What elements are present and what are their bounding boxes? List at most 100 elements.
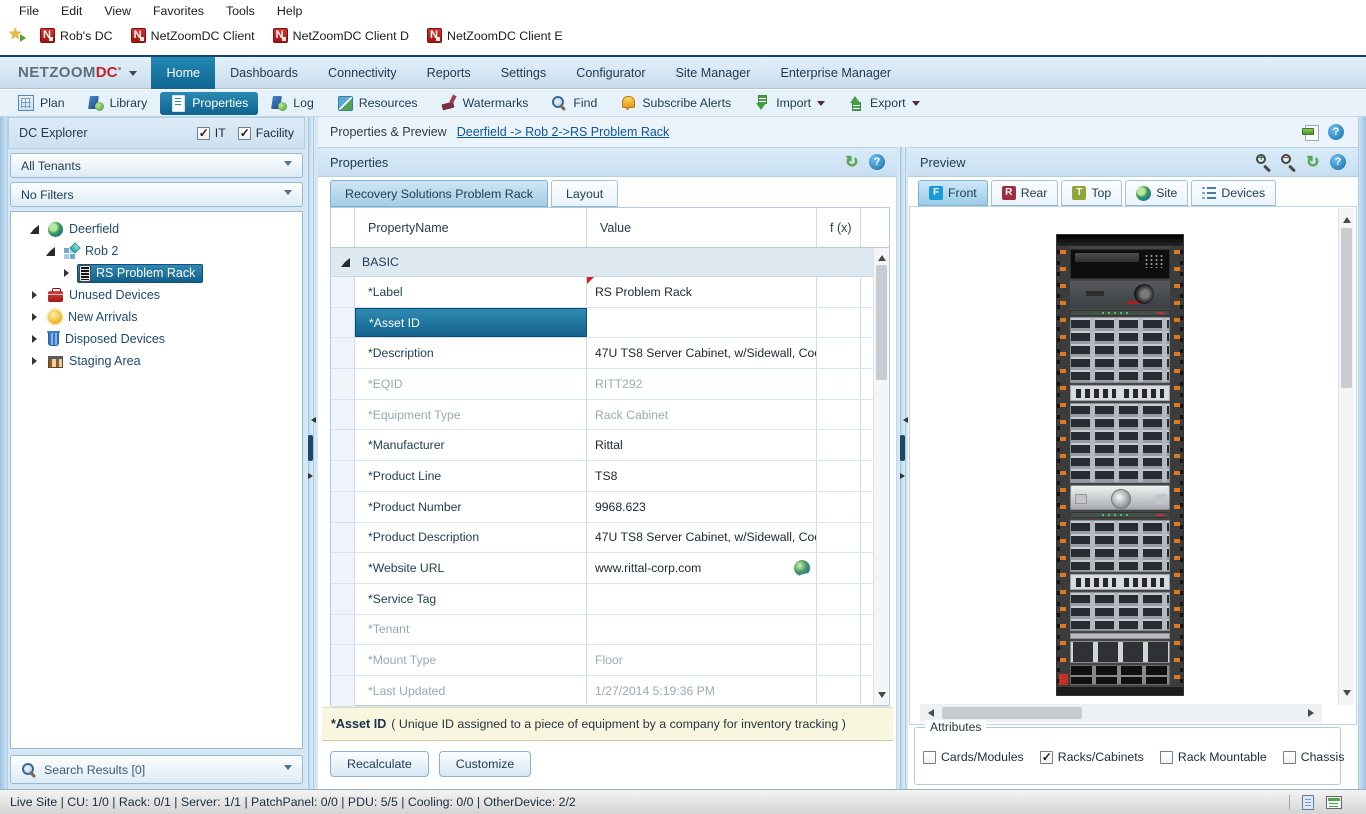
- toolbar-plan-button[interactable]: Plan: [8, 92, 75, 115]
- tree-node-rob-2[interactable]: Rob 2: [11, 240, 302, 262]
- property-value-cell[interactable]: Floor: [587, 645, 817, 675]
- customize-button[interactable]: Customize: [439, 751, 532, 777]
- collapse-arrow-icon[interactable]: [45, 246, 56, 257]
- tree-node-deerfield[interactable]: Deerfield: [11, 218, 302, 240]
- tree-node-content[interactable]: Staging Area: [45, 352, 149, 370]
- attr-checkbox-cards-modules[interactable]: Cards/Modules: [923, 750, 1024, 764]
- checkbox-box[interactable]: [238, 127, 251, 140]
- window-status-icon[interactable]: [1326, 796, 1342, 809]
- toolbar-log-button[interactable]: Log: [261, 92, 324, 115]
- tab-recovery-solutions-problem-rack[interactable]: Recovery Solutions Problem Rack: [330, 180, 548, 207]
- scrollbar-thumb[interactable]: [942, 707, 1082, 719]
- property-row-eqid[interactable]: *EQIDRITT292: [331, 369, 889, 400]
- tab-connectivity[interactable]: Connectivity: [313, 57, 412, 89]
- toolbar-export-button[interactable]: Export: [838, 92, 930, 115]
- attr-checkbox-rack-mountable[interactable]: Rack Mountable: [1160, 750, 1267, 764]
- property-row-website-url[interactable]: *Website URLwww.rittal-corp.com: [331, 553, 889, 584]
- preview-tab-front[interactable]: FFront: [918, 180, 988, 206]
- menu-item-help[interactable]: Help: [266, 0, 313, 22]
- scroll-right-icon[interactable]: [1308, 709, 1318, 717]
- tab-home[interactable]: Home: [151, 57, 215, 89]
- property-value-cell[interactable]: [587, 615, 817, 645]
- zoom-out-icon[interactable]: −: [1281, 154, 1298, 171]
- menu-item-edit[interactable]: Edit: [50, 0, 93, 22]
- tree-node-content[interactable]: Disposed Devices: [45, 330, 173, 348]
- open-in-window-icon[interactable]: [1302, 125, 1319, 140]
- column-fx[interactable]: f (x): [817, 208, 861, 247]
- checkbox-box[interactable]: [1040, 751, 1053, 764]
- attr-checkbox-racks-cabinets[interactable]: Racks/Cabinets: [1040, 750, 1144, 764]
- property-row-asset-id[interactable]: *Asset ID: [331, 308, 889, 339]
- property-row-description[interactable]: *Description47U TS8 Server Cabinet, w/Si…: [331, 338, 889, 369]
- property-row-mount-type[interactable]: *Mount TypeFloor: [331, 645, 889, 676]
- tree-node-content[interactable]: Unused Devices: [45, 286, 168, 304]
- collapse-arrow-icon[interactable]: [340, 257, 351, 268]
- property-row-label[interactable]: *LabelRS Problem Rack: [331, 277, 889, 308]
- property-value-cell[interactable]: [587, 584, 817, 614]
- collapse-arrow-icon[interactable]: [29, 224, 40, 235]
- property-value-cell[interactable]: 9968.623: [587, 492, 817, 522]
- tab-enterprise-manager[interactable]: Enterprise Manager: [765, 57, 906, 89]
- property-value-cell[interactable]: Rack Cabinet: [587, 400, 817, 430]
- tab-configurator[interactable]: Configurator: [561, 57, 660, 89]
- tab-settings[interactable]: Settings: [486, 57, 562, 89]
- bookmark-netzoomdc-client-e[interactable]: NetZoomDC Client E: [421, 28, 569, 43]
- property-value-cell[interactable]: 47U TS8 Server Cabinet, w/Sidewall, Coo.…: [587, 523, 817, 553]
- tenant-filter-dropdown[interactable]: All Tenants: [10, 153, 303, 178]
- collapse-left-icon[interactable]: [900, 417, 908, 423]
- property-row-last-updated[interactable]: *Last Updated1/27/2014 5:19:36 PM: [331, 676, 889, 707]
- document-status-icon[interactable]: [1302, 795, 1314, 810]
- splitter-grip[interactable]: [900, 435, 905, 461]
- tab-reports[interactable]: Reports: [412, 57, 486, 89]
- attr-checkbox-chassis[interactable]: Chassis: [1283, 750, 1345, 764]
- tree-node-content[interactable]: Deerfield: [45, 220, 127, 239]
- toolbar-watermarks-button[interactable]: Watermarks: [431, 92, 539, 115]
- search-results-bar[interactable]: Search Results [0]: [10, 755, 303, 784]
- collapse-right-icon[interactable]: [900, 473, 908, 479]
- refresh-icon[interactable]: [1306, 154, 1322, 170]
- zoom-in-icon[interactable]: +: [1256, 154, 1273, 171]
- expand-arrow-icon[interactable]: [29, 334, 40, 345]
- property-row-tenant[interactable]: *Tenant: [331, 615, 889, 646]
- recalculate-button[interactable]: Recalculate: [330, 751, 429, 777]
- collapse-right-icon[interactable]: [308, 473, 316, 479]
- menu-item-view[interactable]: View: [93, 0, 142, 22]
- tree-node-unused-devices[interactable]: Unused Devices: [11, 284, 302, 306]
- view-filter-dropdown[interactable]: No Filters: [10, 182, 303, 207]
- toolbar-properties-button[interactable]: Properties: [160, 92, 258, 115]
- checkbox-box[interactable]: [197, 127, 210, 140]
- preview-tab-rear[interactable]: RRear: [991, 180, 1059, 206]
- property-value-cell[interactable]: RS Problem Rack: [587, 277, 817, 307]
- toolbar-resources-button[interactable]: Resources: [327, 92, 428, 115]
- tree-node-staging-area[interactable]: Staging Area: [11, 350, 302, 372]
- toolbar-library-button[interactable]: Library: [78, 92, 158, 115]
- scrollbar-thumb[interactable]: [876, 265, 887, 380]
- scroll-up-icon[interactable]: [1339, 210, 1354, 226]
- column-propertyname[interactable]: PropertyName: [355, 208, 587, 247]
- property-row-product-description[interactable]: *Product Description47U TS8 Server Cabin…: [331, 523, 889, 554]
- refresh-icon[interactable]: [845, 154, 861, 170]
- toolbar-subscribe-alerts-button[interactable]: Subscribe Alerts: [610, 92, 741, 115]
- scroll-down-icon[interactable]: [1339, 687, 1354, 703]
- bookmark-netzoomdc-client[interactable]: NetZoomDC Client: [125, 28, 261, 43]
- property-value-cell[interactable]: www.rittal-corp.com: [587, 553, 817, 583]
- favorites-star-icon[interactable]: [8, 27, 28, 44]
- menu-item-tools[interactable]: Tools: [215, 0, 266, 22]
- group-row-basic[interactable]: BASIC: [331, 248, 889, 277]
- checkbox-box[interactable]: [1160, 751, 1173, 764]
- column-value[interactable]: Value: [587, 208, 817, 247]
- help-icon[interactable]: [1328, 124, 1344, 140]
- property-value-cell[interactable]: TS8: [587, 461, 817, 491]
- splitter-grip[interactable]: [308, 435, 313, 461]
- checkbox-box[interactable]: [1283, 751, 1296, 764]
- tree-node-content[interactable]: RS Problem Rack: [77, 264, 203, 283]
- preview-tab-site[interactable]: Site: [1125, 180, 1188, 206]
- preview-tab-top[interactable]: TTop: [1061, 180, 1122, 206]
- menu-item-file[interactable]: File: [8, 0, 50, 22]
- tree-node-disposed-devices[interactable]: Disposed Devices: [11, 328, 302, 350]
- menu-item-favorites[interactable]: Favorites: [142, 0, 215, 22]
- help-icon[interactable]: [869, 154, 885, 170]
- properties-vertical-scrollbar[interactable]: [873, 248, 889, 705]
- preview-tab-devices[interactable]: Devices: [1191, 180, 1276, 206]
- property-row-product-line[interactable]: *Product LineTS8: [331, 461, 889, 492]
